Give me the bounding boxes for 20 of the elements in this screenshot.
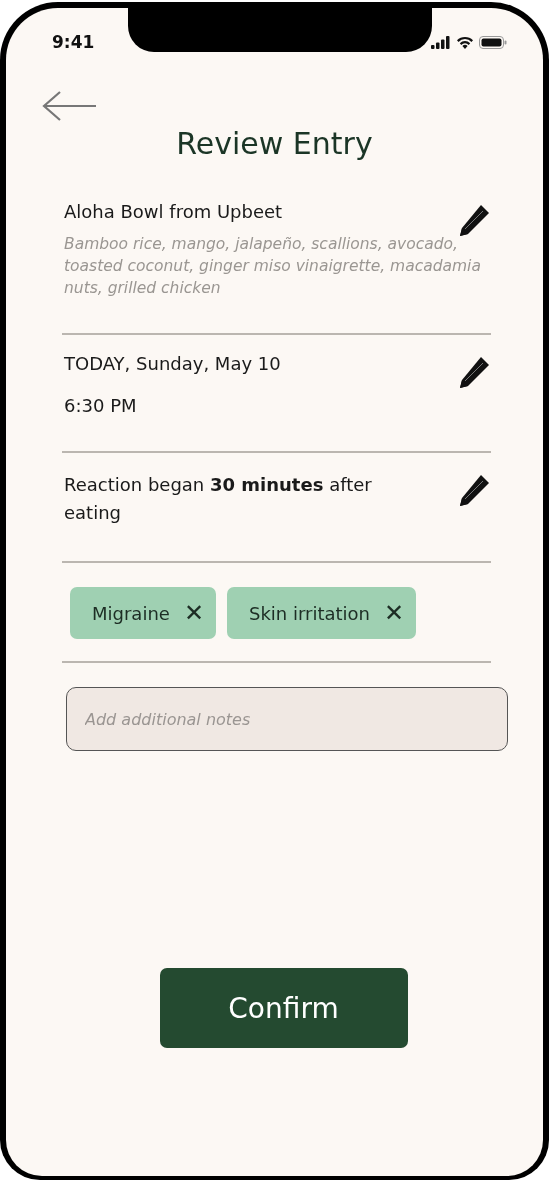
edit-button[interactable] xyxy=(457,203,491,239)
edit-button[interactable] xyxy=(457,355,491,391)
entry-date: TODAY, Sunday, May 10 xyxy=(64,353,281,375)
confirm-button[interactable]: Confirm xyxy=(159,968,408,1048)
entry-time: 6:30 PM xyxy=(64,395,138,417)
meal-name: Aloha Bowl from Upbeet xyxy=(64,201,284,223)
battery-icon xyxy=(479,35,507,49)
ingredients-text: Bamboo rice, mango, jalapeño, scallions, avocado, toasted coconut, ginger miso vinaigrette, macadamia nuts, grilled chicken xyxy=(64,234,482,299)
remove-button[interactable]: ✕ xyxy=(183,599,204,627)
notes-field[interactable]: Add additional notes xyxy=(66,687,508,751)
page-title: Review Entry xyxy=(175,126,374,161)
status-time: 9:41 xyxy=(52,32,95,52)
back-button[interactable] xyxy=(42,90,98,122)
reaction-text: Reaction began 30 minutes after eating xyxy=(64,473,373,525)
symptom-label: Migraine xyxy=(92,602,170,624)
symptom-label: Skin irritation xyxy=(249,602,371,624)
signal-icon xyxy=(431,35,451,49)
edit-button[interactable] xyxy=(457,473,491,509)
remove-button[interactable]: ✕ xyxy=(384,599,405,627)
wifi-icon xyxy=(456,35,474,49)
